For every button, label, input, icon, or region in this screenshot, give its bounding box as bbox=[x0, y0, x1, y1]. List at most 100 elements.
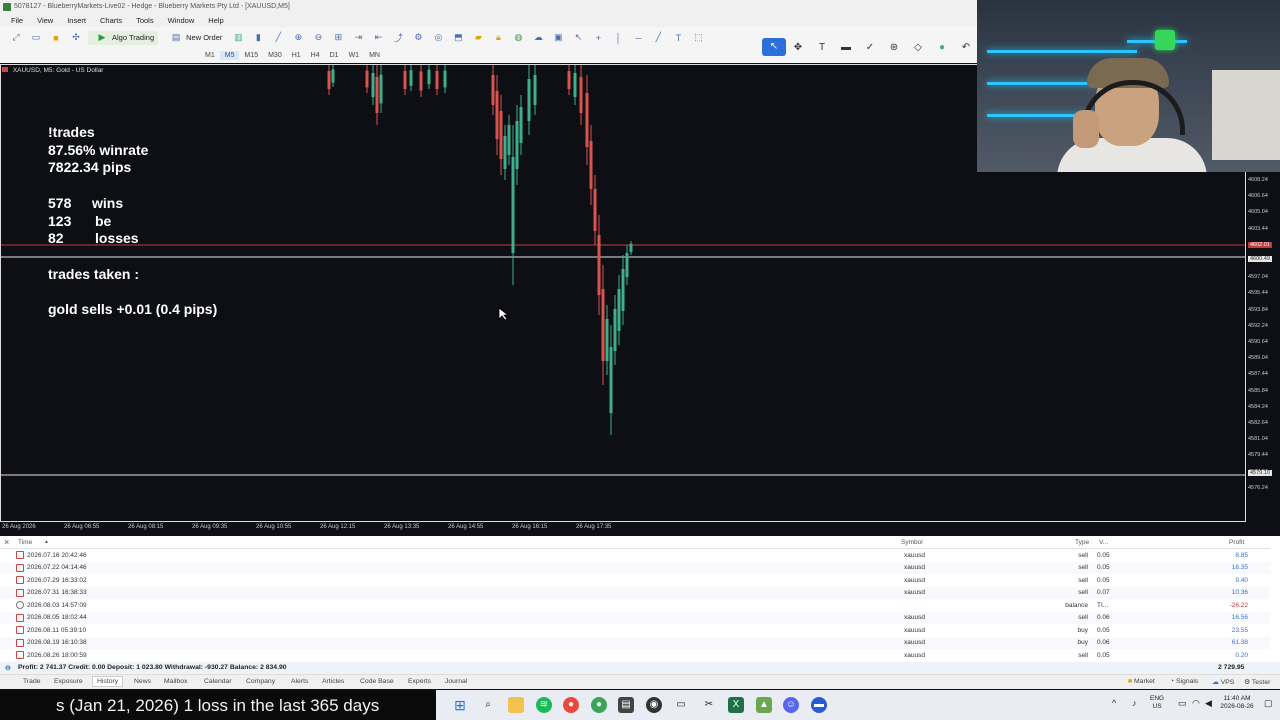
vertical-line-icon[interactable]: │ bbox=[612, 32, 624, 44]
lock-icon[interactable]: 🔒︎ bbox=[492, 32, 504, 44]
target-icon[interactable]: ⊛ bbox=[882, 42, 906, 53]
tray-chevron-icon[interactable]: ^ bbox=[1112, 699, 1116, 708]
chart-tab[interactable]: XAUUSD, M5: Gold - US Dollar bbox=[2, 67, 103, 74]
eraser-icon[interactable]: ◇ bbox=[906, 42, 930, 53]
objects-icon[interactable]: ⬒ bbox=[452, 32, 464, 44]
menu-help[interactable]: Help bbox=[201, 14, 230, 27]
timeframe-d1[interactable]: D1 bbox=[325, 51, 344, 60]
bar-chart-icon[interactable]: ▥ bbox=[232, 32, 244, 44]
table-row[interactable]: 2026.08.11 05:39:10 xauusd buy 0.05 23.55 bbox=[0, 624, 1270, 637]
header-profit[interactable]: Profit bbox=[1229, 539, 1244, 546]
time-scale[interactable]: 26 Aug 2026 26 Aug 06:55 26 Aug 08:15 26 Au… bbox=[0, 522, 1246, 536]
obs-icon[interactable]: ◉ bbox=[646, 697, 662, 713]
color-dot-icon[interactable]: ● bbox=[930, 42, 954, 53]
templates-icon[interactable]: ▭ bbox=[30, 32, 42, 44]
algo-trading-button[interactable]: ▶ Algo Trading bbox=[88, 30, 159, 45]
tester-button[interactable]: ⚙ Tester bbox=[1244, 678, 1270, 686]
tab-news[interactable]: News bbox=[134, 678, 151, 685]
menu-charts[interactable]: Charts bbox=[93, 14, 129, 27]
tab-code-base[interactable]: Code Base bbox=[360, 678, 394, 685]
navigator-icon[interactable]: ✣ bbox=[70, 32, 82, 44]
language-indicator[interactable]: ENG US bbox=[1150, 695, 1164, 711]
table-row[interactable]: 2026.07.29 16:33:02 xauusd sell 0.05 9.40 bbox=[0, 574, 1270, 587]
file-explorer-icon[interactable] bbox=[508, 697, 524, 713]
zoom-out-icon[interactable]: ⊖ bbox=[312, 32, 324, 44]
timeframe-m1[interactable]: M1 bbox=[200, 51, 220, 60]
candle-chart-icon[interactable]: ▮ bbox=[252, 32, 264, 44]
excel-icon[interactable]: X bbox=[728, 697, 744, 713]
globe-icon[interactable]: ◍ bbox=[512, 32, 524, 44]
autoscroll-icon[interactable]: ⇥ bbox=[352, 32, 364, 44]
windows-start-icon[interactable]: ⊞ bbox=[452, 697, 468, 713]
text-icon[interactable]: T bbox=[672, 32, 684, 44]
shapes-icon[interactable]: ⬚ bbox=[692, 32, 704, 44]
cloud-icon[interactable]: ☁ bbox=[532, 32, 544, 44]
notepad-icon[interactable]: ▤ bbox=[618, 697, 634, 713]
discord-icon[interactable]: ☺ bbox=[783, 697, 799, 713]
timeframe-m30[interactable]: M30 bbox=[263, 51, 287, 60]
tab-trade[interactable]: Trade bbox=[23, 678, 41, 685]
header-symbol[interactable]: Symbol bbox=[901, 539, 923, 546]
tab-calendar[interactable]: Calendar bbox=[204, 678, 232, 685]
metatrader-icon[interactable]: ▲ bbox=[756, 697, 772, 713]
tab-articles[interactable]: Articles bbox=[322, 678, 344, 685]
table-row[interactable]: 2026.07.22 04:14:46 xauusd sell 0.05 16.35 bbox=[0, 561, 1270, 574]
menu-insert[interactable]: Insert bbox=[60, 14, 93, 27]
network-icon[interactable]: ▭ bbox=[1178, 699, 1187, 708]
undo-icon[interactable]: ↶ bbox=[954, 42, 978, 53]
table-row[interactable]: 2026.07.16 20:42:46 xauusd sell 0.05 8.85 bbox=[0, 549, 1270, 562]
spotify-icon[interactable]: ≋ bbox=[536, 697, 552, 713]
screenshot-icon[interactable]: ▣ bbox=[552, 32, 564, 44]
timeframe-w1[interactable]: W1 bbox=[344, 51, 365, 60]
text-tool-icon[interactable]: T bbox=[810, 42, 834, 53]
cursor-icon[interactable]: ↖ bbox=[572, 32, 584, 44]
app-blue-icon[interactable]: ▬ bbox=[811, 697, 827, 713]
capcut-icon[interactable]: ✂ bbox=[701, 697, 717, 713]
header-type[interactable]: Type bbox=[1075, 539, 1089, 546]
move-icon[interactable]: ✥ bbox=[786, 42, 810, 53]
market-button[interactable]: ■ Market bbox=[1128, 678, 1155, 685]
signals-button[interactable]: ◔ Signals bbox=[1170, 678, 1198, 685]
chart-shift-icon[interactable]: ⇤ bbox=[372, 32, 384, 44]
header-volume[interactable]: V... bbox=[1099, 539, 1108, 546]
settings-icon[interactable]: ⚙ bbox=[412, 32, 424, 44]
profiles-icon[interactable]: ■ bbox=[50, 32, 62, 44]
signal-icon[interactable]: ◎ bbox=[432, 32, 444, 44]
timeframe-h4[interactable]: H4 bbox=[306, 51, 325, 60]
tab-journal[interactable]: Journal bbox=[445, 678, 467, 685]
checkmark-icon[interactable]: ✓ bbox=[858, 42, 882, 53]
menu-tools[interactable]: Tools bbox=[129, 14, 161, 27]
grid-icon[interactable]: ⊞ bbox=[332, 32, 344, 44]
chrome-profile-icon[interactable]: ● bbox=[591, 697, 607, 713]
timeframe-m5[interactable]: M5 bbox=[219, 51, 240, 60]
timeframe-mn[interactable]: MN bbox=[364, 51, 385, 60]
header-time[interactable]: Time bbox=[18, 539, 32, 546]
chrome-icon[interactable]: ● bbox=[563, 697, 579, 713]
tab-exposure[interactable]: Exposure bbox=[54, 678, 83, 685]
rectangle-icon[interactable]: ▬ bbox=[834, 42, 858, 53]
wifi-icon[interactable]: ◠ bbox=[1192, 699, 1200, 708]
notifications-icon[interactable]: ▢ bbox=[1264, 699, 1273, 708]
close-panel-icon[interactable]: × bbox=[4, 537, 9, 547]
folder-icon[interactable]: ▰ bbox=[472, 32, 484, 44]
clock[interactable]: 11:40 AM 2026-08-26 bbox=[1214, 695, 1260, 711]
tab-alerts[interactable]: Alerts bbox=[291, 678, 308, 685]
indicators-icon[interactable]: ⤴ bbox=[392, 32, 404, 44]
tab-company[interactable]: Company bbox=[246, 678, 275, 685]
menu-window[interactable]: Window bbox=[161, 14, 202, 27]
zoom-in-icon[interactable]: ⊕ bbox=[292, 32, 304, 44]
new-order-button[interactable]: ▤ New Order bbox=[162, 31, 226, 45]
timeframe-m15[interactable]: M15 bbox=[239, 51, 263, 60]
volume-icon[interactable]: ◀ bbox=[1205, 699, 1212, 708]
table-row[interactable]: 2026.08.26 18:00:59 xauusd sell 0.05 0.20 bbox=[0, 649, 1270, 662]
menu-view[interactable]: View bbox=[30, 14, 60, 27]
microphone-icon[interactable]: ♪ bbox=[1132, 699, 1137, 708]
table-row[interactable]: 2026.08.05 18:02:44 xauusd sell 0.06 16.56 bbox=[0, 611, 1270, 624]
horizontal-line-icon[interactable]: ─ bbox=[632, 32, 644, 44]
chart-style-icon[interactable]: ⤢ bbox=[10, 32, 22, 44]
search-icon[interactable]: ⌕ bbox=[480, 697, 496, 713]
menu-file[interactable]: File bbox=[4, 14, 30, 27]
vps-button[interactable]: ☁ VPS bbox=[1212, 678, 1234, 686]
timeframe-h1[interactable]: H1 bbox=[287, 51, 306, 60]
trendline-icon[interactable]: ╱ bbox=[652, 32, 664, 44]
